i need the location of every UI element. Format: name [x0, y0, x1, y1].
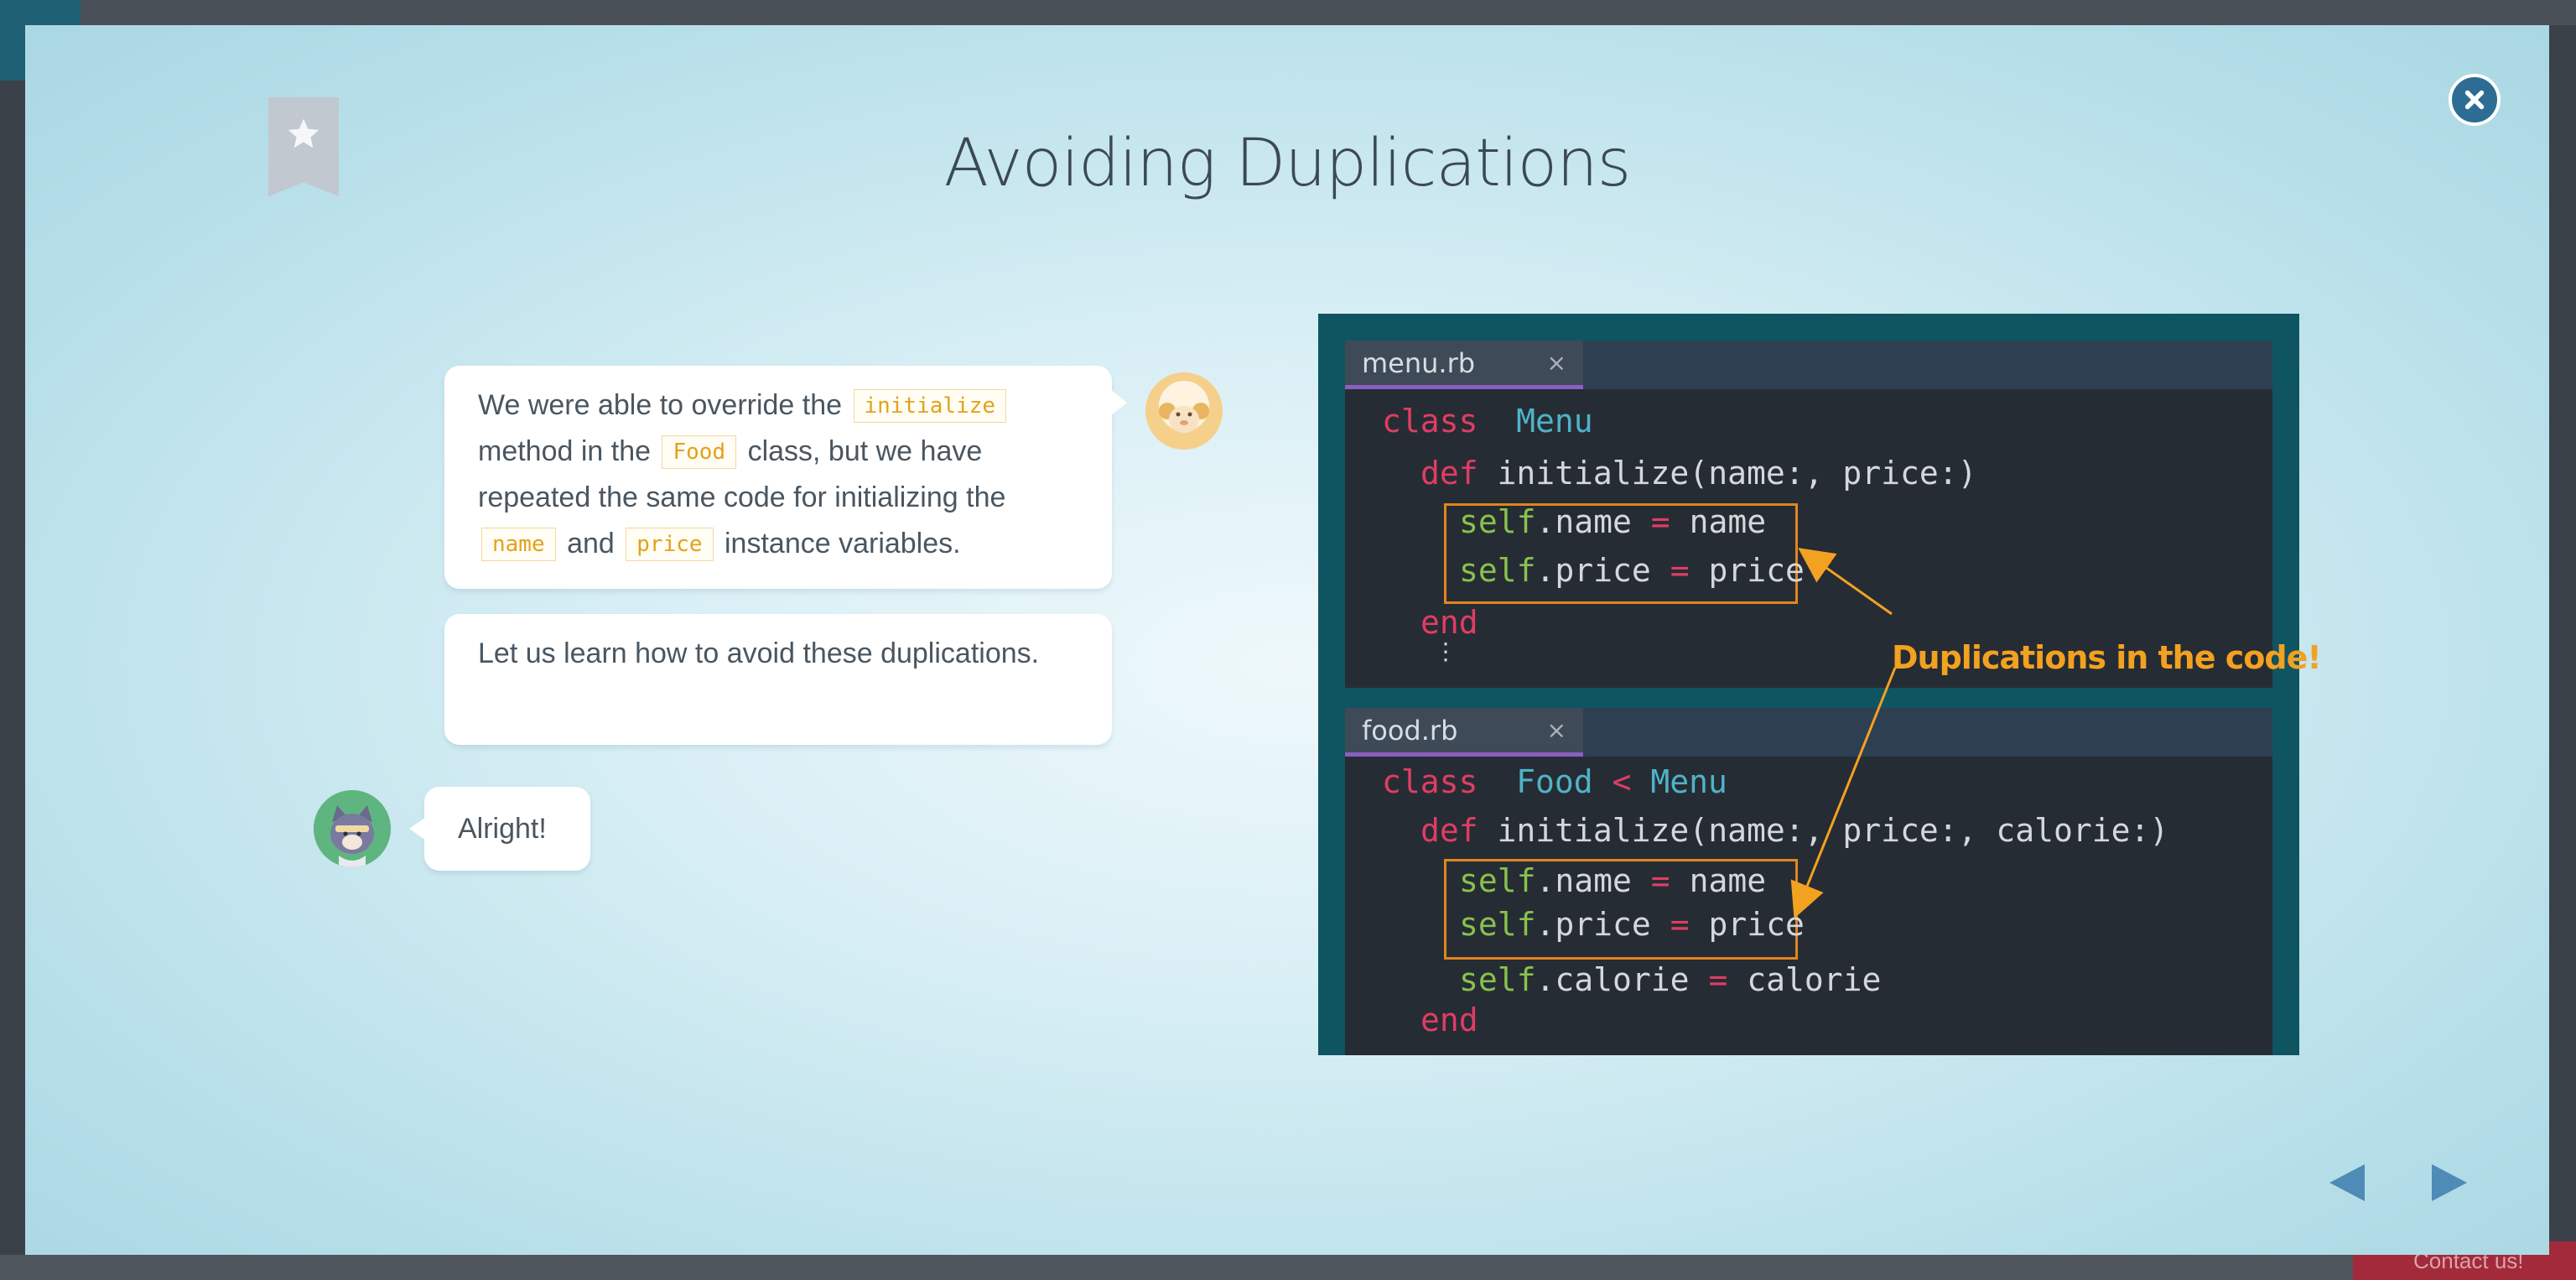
bubble-text: We were able to override the — [478, 389, 843, 421]
inline-code: name — [481, 528, 556, 561]
close-icon — [2464, 90, 2485, 110]
code-line: self.name = name — [1459, 503, 1767, 540]
code-line: self.price = price — [1459, 552, 1805, 589]
code-ellipsis: ⋮ — [1434, 637, 1457, 665]
inline-code: initialize — [853, 389, 1007, 423]
tab-label: food.rb — [1362, 715, 1458, 747]
code-line: def initialize(name:, price:, calorie:) — [1420, 812, 2169, 849]
background-top-bar — [0, 0, 2576, 25]
slide-modal: Avoiding Duplications We were able to ov… — [25, 25, 2549, 1255]
chat-bubble-user: Alright! — [409, 787, 590, 871]
code-line: class Food < Menu — [1382, 763, 1727, 800]
code-line: def initialize(name:, price:) — [1420, 455, 1977, 492]
code-line: end — [1420, 604, 1478, 641]
right-triangle-icon[interactable] — [2423, 1158, 2474, 1208]
editor-menu-rb: menu.rb × class Menu def initialize(name… — [1345, 341, 2272, 688]
editor-food-rb: food.rb × class Food < Menu def initiali… — [1345, 708, 2272, 1055]
bubble-text: instance variables. — [724, 528, 961, 559]
inline-code: price — [626, 528, 714, 561]
chat-bubble-mentor-1: We were able to override the initialize … — [444, 366, 1127, 589]
editor-tab-bar: menu.rb × — [1345, 341, 2272, 389]
bubble-text: and — [567, 528, 615, 559]
bubble-text: method in the — [478, 435, 652, 467]
code-line: self.name = name — [1459, 862, 1767, 899]
bubble-text: Alright! — [458, 813, 547, 845]
tab-close-icon: × — [1546, 716, 1566, 744]
user-cat-avatar — [314, 790, 391, 867]
close-button[interactable] — [2449, 74, 2501, 126]
page-title: Avoiding Duplications — [943, 126, 1632, 201]
tab-menu-rb: menu.rb × — [1345, 341, 1583, 389]
inline-code: Food — [662, 435, 737, 469]
tab-close-icon: × — [1546, 349, 1566, 377]
code-line: self.price = price — [1459, 906, 1805, 943]
duplication-annotation: Duplications in the code! — [1892, 639, 2322, 676]
code-line: end — [1420, 1002, 1478, 1038]
tab-food-rb: food.rb × — [1345, 708, 1583, 757]
chat-bubble-mentor-2: Let us learn how to avoid these duplicat… — [444, 614, 1112, 745]
background-bottom-bar — [0, 1255, 2576, 1280]
code-line: self.calorie = calorie — [1459, 961, 1882, 998]
tab-label: menu.rb — [1362, 347, 1476, 379]
code-line: class Menu — [1382, 403, 1593, 440]
code-slide-image: menu.rb × class Menu def initialize(name… — [1318, 314, 2299, 1055]
bubble-text: Let us learn how to avoid these duplicat… — [478, 637, 1040, 669]
left-triangle-icon[interactable] — [2323, 1158, 2373, 1208]
mentor-sheep-avatar — [1145, 372, 1223, 450]
editor-tab-bar: food.rb × — [1345, 708, 2272, 757]
